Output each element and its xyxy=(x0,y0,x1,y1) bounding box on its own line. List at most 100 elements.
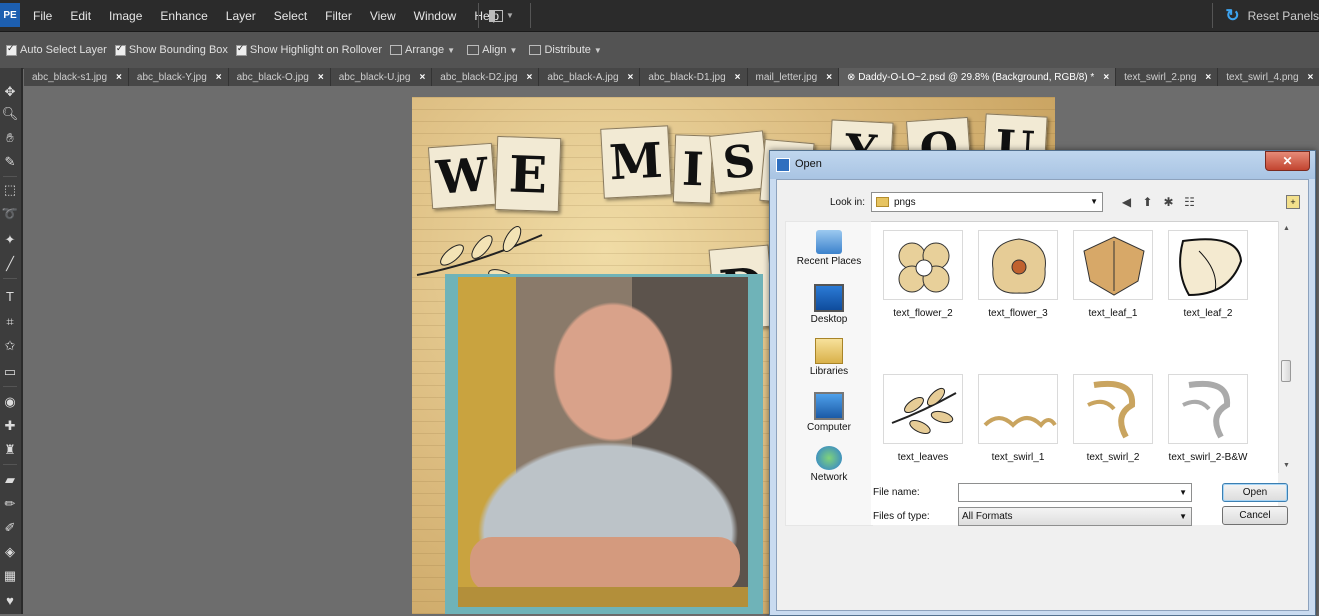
distribute-dropdown[interactable]: Distribute ▼ xyxy=(529,44,602,56)
cancel-button[interactable]: Cancel xyxy=(1222,506,1288,525)
dialog-titlebar[interactable]: Open ✕ xyxy=(770,151,1315,179)
up-folder-icon[interactable]: ⬆ xyxy=(1140,194,1155,209)
menu-select[interactable]: Select xyxy=(265,9,316,23)
menu-enhance[interactable]: Enhance xyxy=(151,9,216,23)
recompose-tool-icon[interactable]: ▭ xyxy=(2,364,18,380)
arrange-dropdown[interactable]: Arrange ▼ xyxy=(390,44,455,56)
spot-healing-tool-icon[interactable]: ✚ xyxy=(2,418,18,434)
close-tab-icon[interactable]: × xyxy=(1308,72,1314,83)
menu-view[interactable]: View xyxy=(361,9,405,23)
workspace-layout-button[interactable]: ▼ xyxy=(489,7,521,24)
menu-edit[interactable]: Edit xyxy=(61,9,100,23)
close-tab-icon[interactable]: × xyxy=(419,72,425,83)
doc-tab[interactable]: abc_black-Y.jpg × xyxy=(128,68,229,86)
checkbox-checked[interactable] xyxy=(6,43,17,56)
lasso-tool-icon[interactable]: ➰ xyxy=(2,206,18,222)
checkbox-checked[interactable] xyxy=(114,43,126,56)
open-button[interactable]: Open xyxy=(1222,483,1288,502)
file-list-scrollbar[interactable]: ▲ ▼ xyxy=(1278,221,1294,473)
tools-panel: ✥ 🔍︎ ✋︎ ✎ ⬚ ➰ ✦ ╱ T ⌗ ✩ ▭ ◉ ✚ ♜ ▰ ✏︎ ✐ ◈… xyxy=(0,68,23,614)
scroll-down-icon[interactable]: ▼ xyxy=(1279,458,1294,473)
file-item[interactable]: text_swirl_2 xyxy=(1067,374,1159,463)
create-folder-icon[interactable]: + xyxy=(1286,195,1300,209)
menu-filter[interactable]: Filter xyxy=(316,9,361,23)
file-thumbnail xyxy=(883,374,963,444)
file-item[interactable]: text_leaf_1 xyxy=(1067,230,1159,319)
file-name-input[interactable]: ▼ xyxy=(958,483,1192,502)
place-libraries[interactable]: Libraries xyxy=(786,338,872,377)
selection-brush-tool-icon[interactable]: ╱ xyxy=(2,256,18,272)
file-item[interactable]: text_swirl_1 xyxy=(972,374,1064,463)
file-item[interactable]: text_flower_2 xyxy=(877,230,969,319)
scroll-thumb[interactable] xyxy=(1281,360,1291,382)
show-highlight-checkbox[interactable]: Show Highlight on Rollover xyxy=(235,43,382,56)
close-tab-icon[interactable]: × xyxy=(826,72,832,83)
view-menu-icon[interactable]: ☷ xyxy=(1182,194,1197,209)
doc-tab[interactable]: text_swirl_2.png × xyxy=(1116,68,1219,86)
place-computer[interactable]: Computer xyxy=(786,392,872,433)
file-thumbnail xyxy=(1073,230,1153,300)
chevron-down-icon[interactable]: ▼ xyxy=(1179,488,1187,497)
doc-tab[interactable]: text_swirl_4.png × xyxy=(1218,68,1319,86)
menu-window[interactable]: Window xyxy=(405,9,466,23)
doc-tab-active[interactable]: ⊗ Daddy-O-LO~2.psd @ 29.8% (Background, … xyxy=(839,68,1117,86)
marquee-tool-icon[interactable]: ⬚ xyxy=(2,182,18,198)
file-thumbnail xyxy=(1073,374,1153,444)
back-icon[interactable]: ◀ xyxy=(1119,194,1134,209)
scroll-up-icon[interactable]: ▲ xyxy=(1279,221,1294,236)
doc-tab[interactable]: abc_black-D2.jpg × xyxy=(432,68,540,86)
libraries-icon xyxy=(815,338,843,364)
paint-bucket-tool-icon[interactable]: ◈ xyxy=(2,544,18,560)
magic-wand-tool-icon[interactable]: ✦ xyxy=(2,232,18,248)
place-desktop[interactable]: Desktop xyxy=(786,284,872,325)
look-in-dropdown[interactable]: pngs ▼ xyxy=(871,192,1103,212)
file-item[interactable]: text_swirl_2-B&W xyxy=(1162,374,1254,463)
close-tab-icon[interactable]: × xyxy=(318,72,324,83)
eraser-tool-icon[interactable]: ▰ xyxy=(2,472,18,488)
move-tool-icon[interactable]: ✥ xyxy=(2,84,18,100)
doc-tab[interactable]: mail_letter.jpg × xyxy=(747,68,840,86)
doc-tab[interactable]: abc_black-A.jpg × xyxy=(539,68,641,86)
align-dropdown[interactable]: Align ▼ xyxy=(467,44,517,56)
reset-panels-button[interactable]: ↻ Reset Panels xyxy=(1225,0,1319,31)
checkbox-checked[interactable] xyxy=(235,43,247,56)
heart-shape-icon[interactable]: ♥ xyxy=(2,592,18,608)
close-tab-icon[interactable]: × xyxy=(216,72,222,83)
brush-tool-icon[interactable]: ✐ xyxy=(2,520,18,536)
doc-tab[interactable]: abc_black-O.jpg × xyxy=(228,68,331,86)
type-tool-icon[interactable]: T xyxy=(2,288,18,304)
close-tab-icon[interactable]: × xyxy=(628,72,634,83)
files-of-type-select[interactable]: All Formats ▼ xyxy=(958,507,1192,526)
hand-tool-icon[interactable]: ✋︎ xyxy=(2,130,18,146)
red-eye-tool-icon[interactable]: ◉ xyxy=(2,394,18,410)
clone-stamp-tool-icon[interactable]: ♜ xyxy=(2,442,18,458)
doc-tab[interactable]: abc_black-s1.jpg × xyxy=(24,68,129,86)
show-bounding-box-checkbox[interactable]: Show Bounding Box xyxy=(114,43,228,56)
file-item[interactable]: text_flower_3 xyxy=(972,230,1064,319)
close-button[interactable]: ✕ xyxy=(1265,151,1310,171)
close-tab-icon[interactable]: × xyxy=(527,72,533,83)
file-item[interactable]: text_leaf_2 xyxy=(1162,230,1254,319)
new-folder-icon[interactable]: ✱ xyxy=(1161,194,1176,209)
eyedropper-tool-icon[interactable]: ✎ xyxy=(2,154,18,170)
letter-tile: M xyxy=(600,125,672,199)
crop-tool-icon[interactable]: ⌗ xyxy=(2,314,18,330)
shape-tool-icon[interactable]: ✩ xyxy=(2,338,18,354)
close-tab-icon[interactable]: × xyxy=(116,72,122,83)
menu-image[interactable]: Image xyxy=(100,9,151,23)
doc-tab[interactable]: abc_black-D1.jpg × xyxy=(640,68,748,86)
pencil-tool-icon[interactable]: ✏︎ xyxy=(2,496,18,512)
place-recent-places[interactable]: Recent Places xyxy=(786,230,872,267)
gradient-tool-icon[interactable]: ▦ xyxy=(2,568,18,584)
file-item[interactable]: text_leaves xyxy=(877,374,969,463)
close-tab-icon[interactable]: × xyxy=(735,72,741,83)
menu-layer[interactable]: Layer xyxy=(217,9,265,23)
menu-file[interactable]: File xyxy=(24,9,61,23)
auto-select-layer-checkbox[interactable]: Auto Select Layer xyxy=(6,43,107,56)
close-tab-icon[interactable]: × xyxy=(1103,72,1109,83)
doc-tab[interactable]: abc_black-U.jpg × xyxy=(330,68,433,86)
file-name: text_flower_2 xyxy=(893,308,953,319)
close-tab-icon[interactable]: × xyxy=(1205,72,1211,83)
place-network[interactable]: Network xyxy=(786,446,872,483)
zoom-tool-icon[interactable]: 🔍︎ xyxy=(2,106,19,122)
